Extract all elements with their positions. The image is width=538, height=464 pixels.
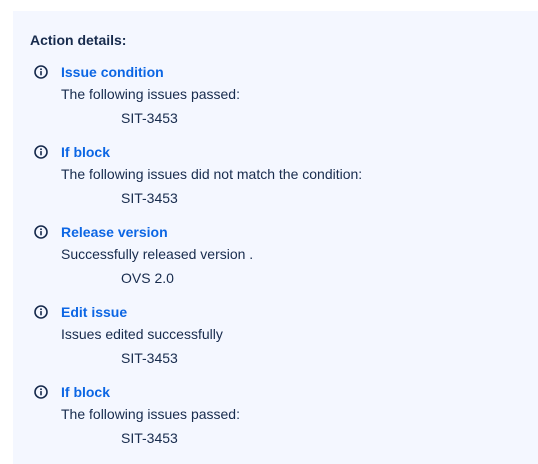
entry-description: The following issues passed: [61, 86, 240, 102]
action-entry-release-version: Release version Successfully released ve… [13, 223, 538, 299]
info-icon [34, 305, 48, 319]
entry-value: SIT-3453 [121, 350, 178, 366]
entry-title-link[interactable]: If block [61, 383, 110, 401]
entry-value: SIT-3453 [121, 110, 178, 126]
entry-description: Successfully released version . [61, 246, 254, 262]
info-icon [34, 145, 48, 159]
entry-title-link[interactable]: Issue condition [61, 63, 164, 81]
info-icon [34, 225, 48, 239]
action-details-heading: Action details: [30, 32, 127, 48]
entry-value: OVS 2.0 [121, 270, 174, 286]
action-entry-if-block: If block The following issues did not ma… [13, 143, 538, 219]
action-entry-edit-issue: Edit issue Issues edited successfully SI… [13, 303, 538, 379]
entry-title-link[interactable]: If block [61, 143, 110, 161]
entry-value: SIT-3453 [121, 190, 178, 206]
entry-description: The following issues did not match the c… [61, 166, 363, 182]
entry-description: The following issues passed: [61, 406, 240, 422]
entry-description: Issues edited successfully [61, 326, 223, 342]
entry-title-link[interactable]: Edit issue [61, 303, 127, 321]
action-entry-issue-condition: Issue condition The following issues pas… [13, 63, 538, 139]
action-entry-if-block-2: If block The following issues passed: SI… [13, 383, 538, 459]
info-icon [34, 385, 48, 399]
entry-title-link[interactable]: Release version [61, 223, 168, 241]
entry-value: SIT-3453 [121, 430, 178, 446]
info-icon [34, 65, 48, 79]
action-details-panel: Action details: Issue condition The foll… [13, 11, 538, 464]
